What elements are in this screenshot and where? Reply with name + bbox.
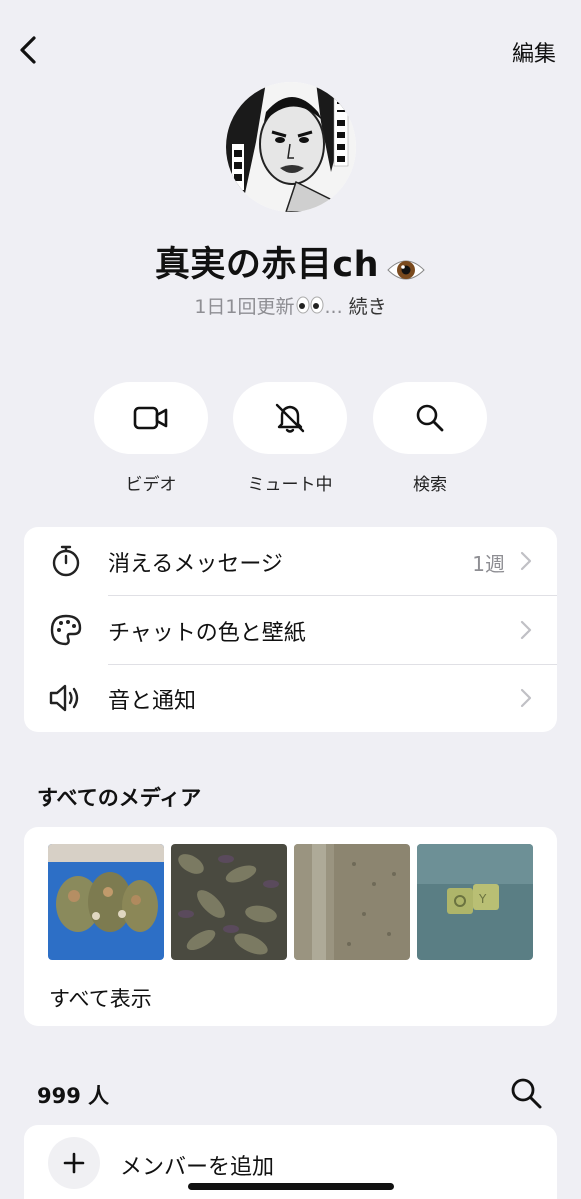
settings-row-label: 音と通知 bbox=[108, 689, 197, 714]
search-label: 検索 bbox=[413, 475, 447, 495]
chevron-left-icon bbox=[20, 36, 36, 64]
settings-row-sound-notifications[interactable]: 音と通知 bbox=[24, 664, 557, 732]
video-action[interactable]: ビデオ bbox=[94, 382, 208, 495]
search-icon bbox=[416, 404, 444, 432]
profile-description: 1日1回更新 bbox=[194, 296, 295, 318]
members-search-button[interactable] bbox=[509, 1076, 543, 1110]
back-button[interactable] bbox=[10, 30, 44, 70]
media-image bbox=[48, 844, 164, 960]
video-icon bbox=[133, 406, 168, 430]
description-ellipsis: ... bbox=[324, 296, 343, 318]
members-header: 999 人 bbox=[0, 1076, 581, 1110]
search-icon bbox=[511, 1078, 542, 1109]
palette-icon bbox=[48, 612, 84, 648]
search-button[interactable] bbox=[373, 382, 487, 454]
svg-text:Y: Y bbox=[478, 892, 487, 906]
members-count: 999 人 bbox=[37, 1084, 110, 1108]
media-thumbnail[interactable] bbox=[171, 844, 287, 960]
video-label: ビデオ bbox=[125, 475, 177, 495]
media-image bbox=[294, 844, 410, 960]
settings-row-label: 消えるメッセージ bbox=[108, 552, 283, 577]
timer-icon bbox=[48, 543, 84, 579]
home-indicator bbox=[188, 1183, 394, 1190]
profile-name-row: 真実の赤目ch bbox=[0, 236, 581, 289]
mute-action[interactable]: ミュート中 bbox=[233, 382, 347, 495]
media-thumbnail[interactable]: Y bbox=[417, 844, 533, 960]
media-card: Y すべて表示 bbox=[24, 827, 557, 1026]
media-section-title: すべてのメディア bbox=[37, 786, 202, 810]
add-member-button[interactable] bbox=[48, 1137, 100, 1189]
avatar[interactable] bbox=[226, 82, 356, 212]
media-image bbox=[171, 844, 287, 960]
speaker-icon bbox=[48, 680, 84, 716]
edit-button[interactable]: 編集 bbox=[512, 36, 556, 68]
media-image: Y bbox=[417, 844, 533, 960]
profile-description-row: 1日1回更新 ... 続き bbox=[0, 292, 581, 319]
profile-name: 真実の赤目ch bbox=[154, 245, 380, 285]
settings-row-label: チャットの色と壁紙 bbox=[108, 621, 306, 646]
more-link[interactable]: 続き bbox=[349, 296, 387, 318]
chevron-right-icon bbox=[520, 551, 532, 571]
plus-icon bbox=[63, 1152, 85, 1174]
bell-slash-icon bbox=[275, 403, 305, 433]
search-action[interactable]: 検索 bbox=[373, 382, 487, 495]
mute-button[interactable] bbox=[233, 382, 347, 454]
show-all-media-link[interactable]: すべて表示 bbox=[49, 983, 152, 1013]
settings-row-disappearing-messages[interactable]: 消えるメッセージ 1週 bbox=[24, 527, 557, 595]
media-thumbnail[interactable] bbox=[48, 844, 164, 960]
chevron-right-icon bbox=[520, 620, 532, 640]
settings-card: 消えるメッセージ 1週 チャットの色と壁紙 音と通知 bbox=[24, 527, 557, 732]
eye-emoji-icon bbox=[386, 255, 426, 289]
eyes-emoji-icon bbox=[295, 296, 325, 319]
mute-label: ミュート中 bbox=[247, 475, 333, 495]
video-button[interactable] bbox=[94, 382, 208, 454]
media-thumbnail[interactable] bbox=[294, 844, 410, 960]
settings-row-chat-theme[interactable]: チャットの色と壁紙 bbox=[24, 596, 557, 664]
settings-row-value: 1週 bbox=[472, 552, 505, 576]
add-member-label: メンバーを追加 bbox=[120, 1155, 275, 1180]
manga-avatar-image bbox=[226, 82, 356, 212]
chevron-right-icon bbox=[520, 688, 532, 708]
